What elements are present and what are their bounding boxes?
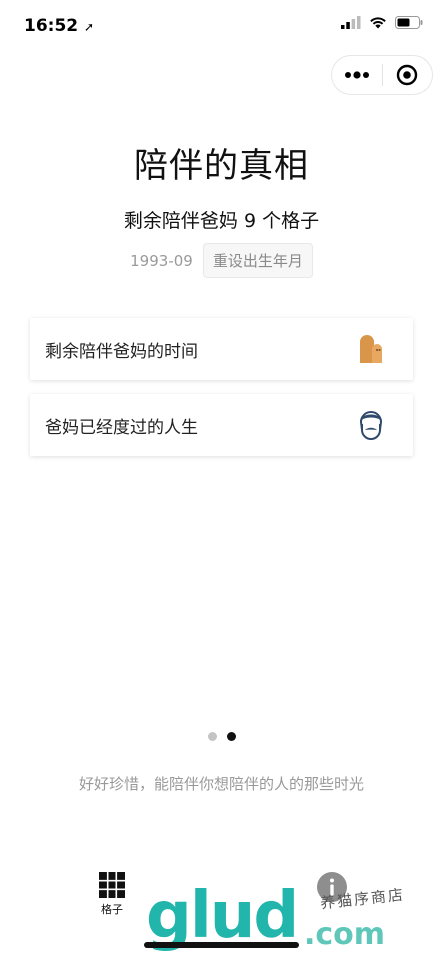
card-label: 爸妈已经度过的人生	[45, 417, 198, 438]
tab-grid-label: 格子	[101, 903, 123, 916]
footer-quote: 好好珍惜，能陪伴你想陪伴的人的那些时光	[78, 775, 364, 793]
page-dot[interactable]	[207, 732, 217, 741]
app-screen: 16:52 ➚ 陪伴的真相 剩余陪伴爸妈 9 个格子 1993-09 重设出生年…	[0, 0, 443, 960]
watermark-suffix: .com	[304, 917, 386, 952]
location-arrow-icon: ➚	[84, 20, 95, 34]
birth-row: 1993-09 重设出生年月	[0, 243, 443, 278]
doll-icon	[357, 334, 385, 364]
status-time: 16:52 ➚	[24, 16, 95, 36]
status-bar: 16:52 ➚	[0, 0, 443, 50]
watermark-logo: glud	[146, 879, 299, 953]
close-miniprogram-button[interactable]	[382, 56, 432, 94]
reset-birth-button[interactable]: 重设出生年月	[202, 243, 313, 278]
card-lived-life[interactable]: 爸妈已经度过的人生	[30, 394, 413, 456]
battery-icon	[395, 16, 423, 29]
birth-date: 1993-09	[130, 251, 193, 270]
page-title: 陪伴的真相	[134, 146, 309, 186]
status-icons	[341, 16, 423, 29]
more-button[interactable]	[332, 56, 382, 94]
target-icon	[397, 64, 418, 86]
grid-icon	[99, 872, 125, 898]
card-label: 剩余陪伴爸妈的时间	[45, 341, 198, 362]
tab-grid[interactable]: 格子	[92, 872, 132, 917]
signal-icon	[341, 16, 361, 29]
home-indicator	[144, 942, 299, 948]
page-indicator	[0, 732, 443, 741]
remaining-summary: 剩余陪伴爸妈 9 个格子	[123, 210, 320, 232]
card-remaining-time[interactable]: 剩余陪伴爸妈的时间	[30, 318, 413, 380]
capsule-menu	[331, 55, 433, 95]
man-face-icon	[357, 410, 385, 440]
page-dot-active[interactable]	[226, 732, 236, 741]
wifi-icon	[370, 17, 386, 29]
more-dots-icon	[344, 71, 369, 79]
